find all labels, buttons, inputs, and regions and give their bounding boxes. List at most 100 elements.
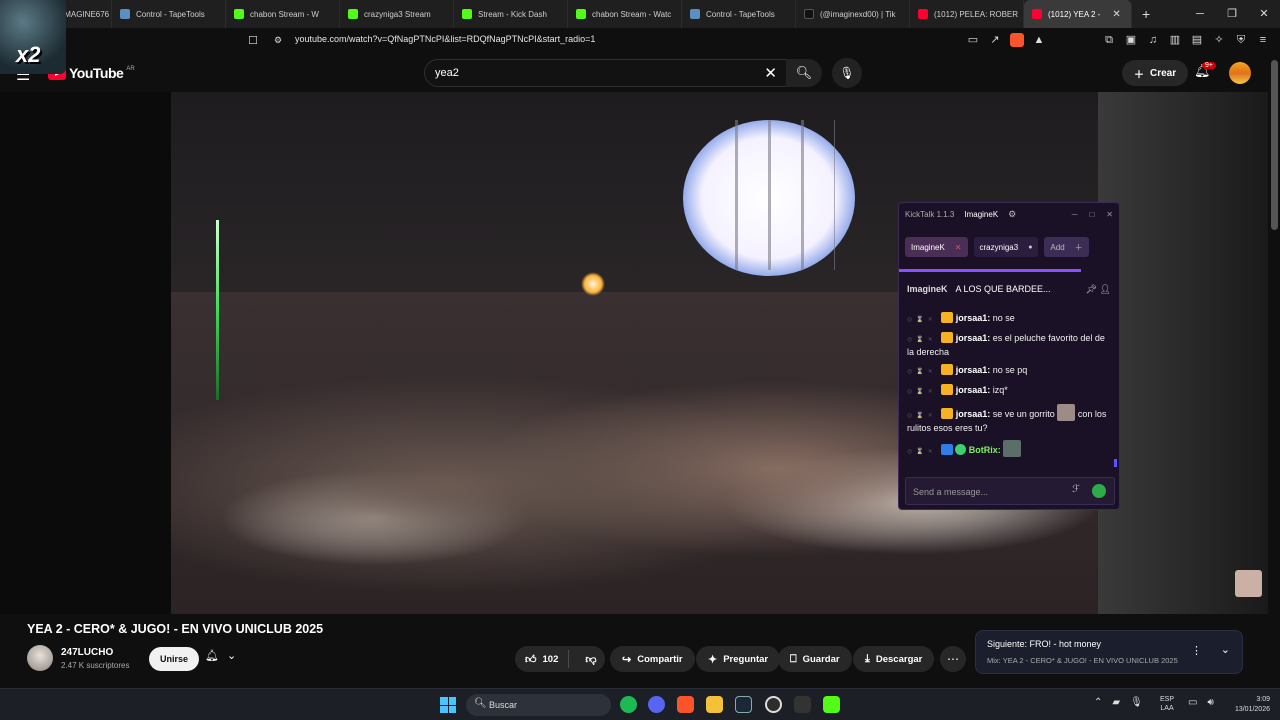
window-controls: ─ ❐ ✕ <box>1184 0 1280 28</box>
browser-tab[interactable]: chabon Stream - W <box>226 0 340 28</box>
chat-text: izq* <box>990 385 1008 395</box>
kicktalk-tab[interactable]: crazyniga3 ● <box>973 237 1039 257</box>
microphone-icon[interactable]: 🎙︎ <box>1130 697 1143 708</box>
share-button[interactable]: ↪ Compartir <box>610 646 695 672</box>
pin-icon[interactable]: 📌︎ 👤︎ <box>1086 284 1111 295</box>
screenshot-icon[interactable]: ▣ <box>1124 33 1138 47</box>
new-tab-button[interactable]: + <box>1132 6 1160 22</box>
browser-tab[interactable]: crazyniga3 Stream <box>340 0 454 28</box>
volume-icon[interactable]: 🔊︎ <box>1207 697 1213 708</box>
lang-layout: LAA <box>1160 705 1174 712</box>
kicktalk-tab[interactable]: ImagineK ✕ <box>905 237 968 257</box>
gear-icon[interactable]: ⚙ <box>1008 209 1016 220</box>
chevron-down-icon[interactable]: ⌄ <box>1221 643 1230 656</box>
chat-username[interactable]: jorsaa1: <box>956 385 991 395</box>
green-light-strip <box>216 220 219 400</box>
more-actions-button[interactable]: ⋯ <box>940 646 966 672</box>
channel-name[interactable]: 247LUCHO <box>61 647 113 658</box>
chat-username[interactable]: jorsaa1: <box>956 333 991 343</box>
kicktalk-user[interactable]: ImagineK <box>964 210 998 219</box>
share-icon[interactable]: ↗ <box>988 33 1002 47</box>
extensions-icon[interactable]: ⧉ <box>1102 33 1116 47</box>
menu-icon[interactable]: ≡ <box>1256 33 1270 47</box>
close-tab-icon[interactable]: ✕ <box>955 243 962 252</box>
voice-search-icon[interactable]: 🎙︎ <box>832 58 862 88</box>
maximize-icon[interactable]: ❐ <box>1216 0 1248 28</box>
vpn-icon[interactable]: ⛨ <box>1234 33 1248 47</box>
mod-actions-icon[interactable]: ◎⌛✕ <box>907 337 937 343</box>
game-icon[interactable]: ▰ <box>1112 697 1120 708</box>
chevron-up-icon[interactable]: ⌃ <box>1094 697 1102 708</box>
bookmark-icon[interactable]: ☐ <box>248 34 258 47</box>
save-button[interactable]: ⎕ Guardar <box>778 646 852 672</box>
clear-search-icon[interactable]: ✕ <box>764 64 777 82</box>
wallet-icon[interactable]: ▤ <box>1190 33 1204 47</box>
brave-icon[interactable] <box>677 696 694 713</box>
kick-icon[interactable] <box>823 696 840 713</box>
chat-username[interactable]: jorsaa1: <box>956 409 991 419</box>
browser-tab-active[interactable]: (1012) YEA 2 - ✕ <box>1024 0 1132 28</box>
taskbar-search[interactable]: 🔍︎ Buscar <box>466 694 611 716</box>
close-icon[interactable]: ✕ <box>1106 210 1113 219</box>
taskbar-clock[interactable]: 3:09 13/01/2026 <box>1224 695 1270 715</box>
browser-tab[interactable]: chabon Stream - Watc <box>568 0 682 28</box>
minimize-icon[interactable]: ─ <box>1184 0 1216 28</box>
mod-actions-icon[interactable]: ◎⌛✕ <box>907 369 937 375</box>
minimize-icon[interactable]: ─ <box>1072 210 1078 219</box>
dislike-button[interactable]: 👎︎ <box>575 653 606 666</box>
language-indicator[interactable]: ESP LAA <box>1160 695 1174 713</box>
mod-actions-icon[interactable]: ◎⌛✕ <box>907 389 937 395</box>
windows-start-icon[interactable] <box>440 697 456 713</box>
channel-avatar[interactable] <box>27 645 53 671</box>
page-scrollbar[interactable] <box>1271 60 1278 230</box>
leo-icon[interactable]: ✧ <box>1212 33 1226 47</box>
media-icon[interactable]: ♫ <box>1146 33 1160 47</box>
share-icon: ↪ <box>622 653 632 666</box>
browser-tab[interactable]: (1012) PELEA: ROBER <box>910 0 1024 28</box>
url-field[interactable]: youtube.com/watch?v=QfNagPTNcPI&list=RDQ… <box>295 34 595 44</box>
sidebar-icon[interactable]: ▥ <box>1168 33 1182 47</box>
browser-tab[interactable]: Control - TapeTools <box>112 0 226 28</box>
ask-button[interactable]: ✦ Preguntar <box>696 646 781 672</box>
add-channel-button[interactable]: Add ＋ <box>1044 237 1089 257</box>
close-window-icon[interactable]: ✕ <box>1248 0 1280 28</box>
chat-username[interactable]: jorsaa1: <box>956 365 991 375</box>
search-button[interactable]: 🔍︎ <box>786 59 822 87</box>
chat-message-input[interactable]: Send a message... ℱ <box>905 477 1115 505</box>
obs-icon[interactable] <box>765 696 782 713</box>
chat-username[interactable]: BotRix: <box>969 445 1001 455</box>
subscription-bell-button[interactable]: 🔔︎ ⌄ <box>205 649 236 662</box>
account-avatar[interactable] <box>1229 62 1251 84</box>
mod-actions-icon[interactable]: ◎⌛✕ <box>907 317 937 323</box>
maximize-icon[interactable]: □ <box>1089 210 1094 219</box>
mod-actions-icon[interactable]: ◎⌛✕ <box>907 449 937 455</box>
more-vert-icon[interactable]: ⋮ <box>1191 644 1202 657</box>
file-explorer-icon[interactable] <box>706 696 723 713</box>
bookmark-icon: ⎕ <box>790 652 797 665</box>
join-button[interactable]: Unirse <box>149 647 200 671</box>
epic-games-icon[interactable] <box>794 696 811 713</box>
chat-scrollbar[interactable] <box>1114 459 1117 467</box>
like-button[interactable]: 👍︎ 102 <box>515 650 570 668</box>
network-icon[interactable]: ▭ <box>1188 697 1197 708</box>
chat-username[interactable]: jorsaa1: <box>956 313 991 323</box>
translate-icon[interactable]: ℱ <box>1072 484 1080 495</box>
brave-shield-icon[interactable] <box>1010 33 1024 47</box>
up-next-card[interactable]: Siguiente: FRO! - hot money Mix: YEA 2 -… <box>975 630 1243 674</box>
close-icon[interactable]: ✕ <box>1112 9 1120 20</box>
site-info-icon[interactable]: ⚙ <box>274 35 282 46</box>
download-button[interactable]: ⤓ Descargar <box>853 646 935 672</box>
steam-icon[interactable] <box>735 696 752 713</box>
rewards-icon[interactable]: ▲ <box>1032 33 1046 47</box>
spotify-icon[interactable] <box>620 696 637 713</box>
emoji-picker-icon[interactable] <box>1092 484 1106 498</box>
cast-icon[interactable]: ▭ <box>966 33 980 47</box>
discord-icon[interactable] <box>648 696 665 713</box>
tab-label: crazyniga3 <box>979 242 1019 252</box>
mod-actions-icon[interactable]: ◎⌛✕ <box>907 413 937 419</box>
search-input[interactable]: yea2 ✕ <box>424 59 788 87</box>
browser-tab[interactable]: Control - TapeTools <box>682 0 796 28</box>
create-button[interactable]: ＋ Crear <box>1122 60 1189 86</box>
browser-tab[interactable]: (@imaginexd00) | Tik <box>796 0 910 28</box>
browser-tab[interactable]: Stream - Kick Dash <box>454 0 568 28</box>
